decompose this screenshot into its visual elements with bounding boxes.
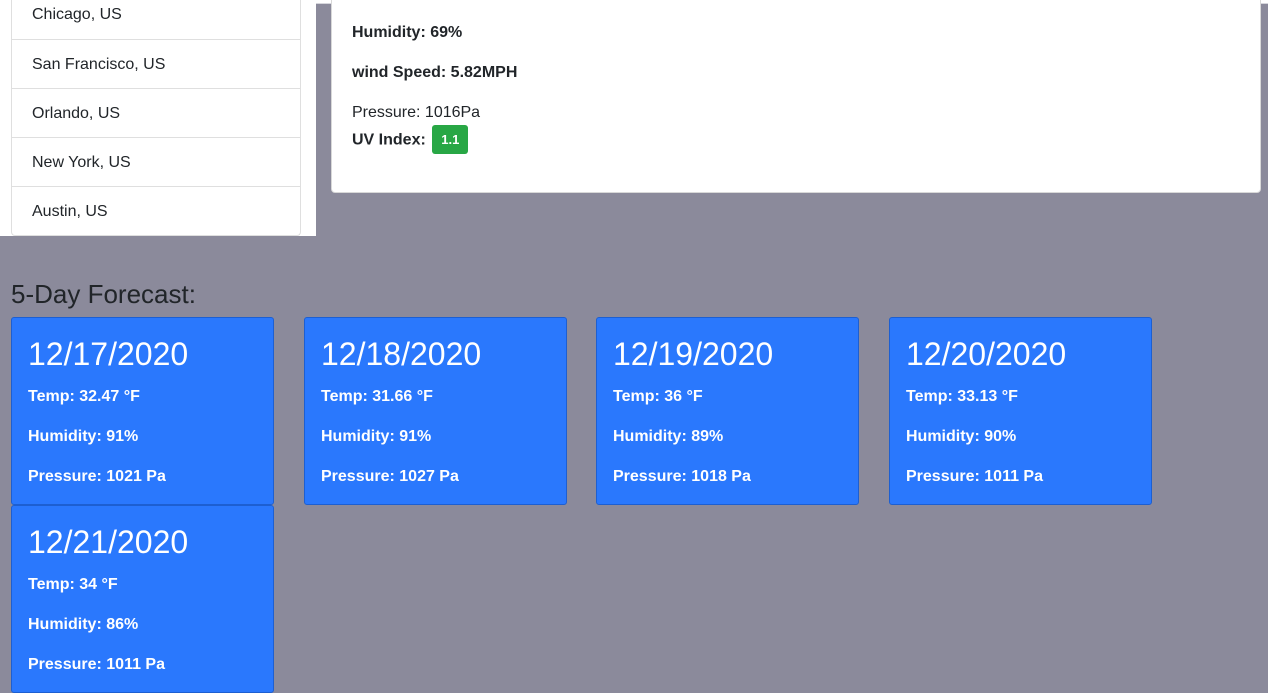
forecast-temp: Temp: 31.66 °F	[321, 388, 433, 405]
city-history-item[interactable]: Chicago, US	[12, 0, 300, 39]
forecast-card: 12/18/2020 Temp: 31.66 °F Humidity: 91% …	[304, 317, 567, 505]
forecast-card: 12/19/2020 Temp: 36 °F Humidity: 89% Pre…	[596, 317, 859, 505]
uv-index-row: UV Index: 1.1	[352, 125, 469, 155]
current-pressure: Pressure: 1016Pa	[352, 104, 481, 121]
uv-index-badge: 1.1	[432, 125, 469, 154]
forecast-card: 12/21/2020 Temp: 34 °F Humidity: 86% Pre…	[11, 505, 274, 693]
forecast-date: 12/17/2020	[28, 336, 189, 372]
current-wind-speed: wind Speed: 5.82MPH	[352, 64, 518, 81]
forecast-date: 12/21/2020	[28, 524, 189, 560]
forecast-humidity: Humidity: 91%	[28, 428, 139, 445]
forecast-date: 12/19/2020	[613, 336, 774, 372]
forecast-humidity: Humidity: 86%	[28, 616, 139, 633]
city-history-item[interactable]: Orlando, US	[12, 88, 300, 137]
forecast-temp: Temp: 36 °F	[613, 388, 703, 405]
forecast-pressure: Pressure: 1018 Pa	[613, 468, 751, 485]
search-history-panel: Chicago, US San Francisco, US Orlando, U…	[0, 0, 316, 236]
forecast-card: 12/20/2020 Temp: 33.13 °F Humidity: 90% …	[889, 317, 1152, 505]
current-weather-card: Humidity: 69% wind Speed: 5.82MPH Pressu…	[331, 0, 1261, 193]
forecast-humidity: Humidity: 90%	[906, 428, 1017, 445]
forecast-temp: Temp: 32.47 °F	[28, 388, 140, 405]
forecast-card: 12/17/2020 Temp: 32.47 °F Humidity: 91% …	[11, 317, 274, 505]
forecast-pressure: Pressure: 1011 Pa	[28, 656, 165, 673]
current-humidity: Humidity: 69%	[352, 24, 463, 41]
forecast-date: 12/18/2020	[321, 336, 482, 372]
forecast-temp: Temp: 33.13 °F	[906, 388, 1018, 405]
uv-index-label: UV Index:	[352, 131, 426, 149]
forecast-title: 5-Day Forecast:	[11, 279, 196, 309]
forecast-date: 12/20/2020	[906, 336, 1067, 372]
city-history-item[interactable]: San Francisco, US	[12, 39, 300, 88]
forecast-pressure: Pressure: 1027 Pa	[321, 468, 459, 485]
city-history-item[interactable]: Austin, US	[12, 186, 300, 235]
forecast-temp: Temp: 34 °F	[28, 576, 118, 593]
city-history-item[interactable]: New York, US	[12, 137, 300, 186]
city-history-list: Chicago, US San Francisco, US Orlando, U…	[11, 0, 301, 236]
forecast-pressure: Pressure: 1011 Pa	[906, 468, 1043, 485]
forecast-humidity: Humidity: 91%	[321, 428, 432, 445]
forecast-pressure: Pressure: 1021 Pa	[28, 468, 166, 485]
forecast-humidity: Humidity: 89%	[613, 428, 724, 445]
